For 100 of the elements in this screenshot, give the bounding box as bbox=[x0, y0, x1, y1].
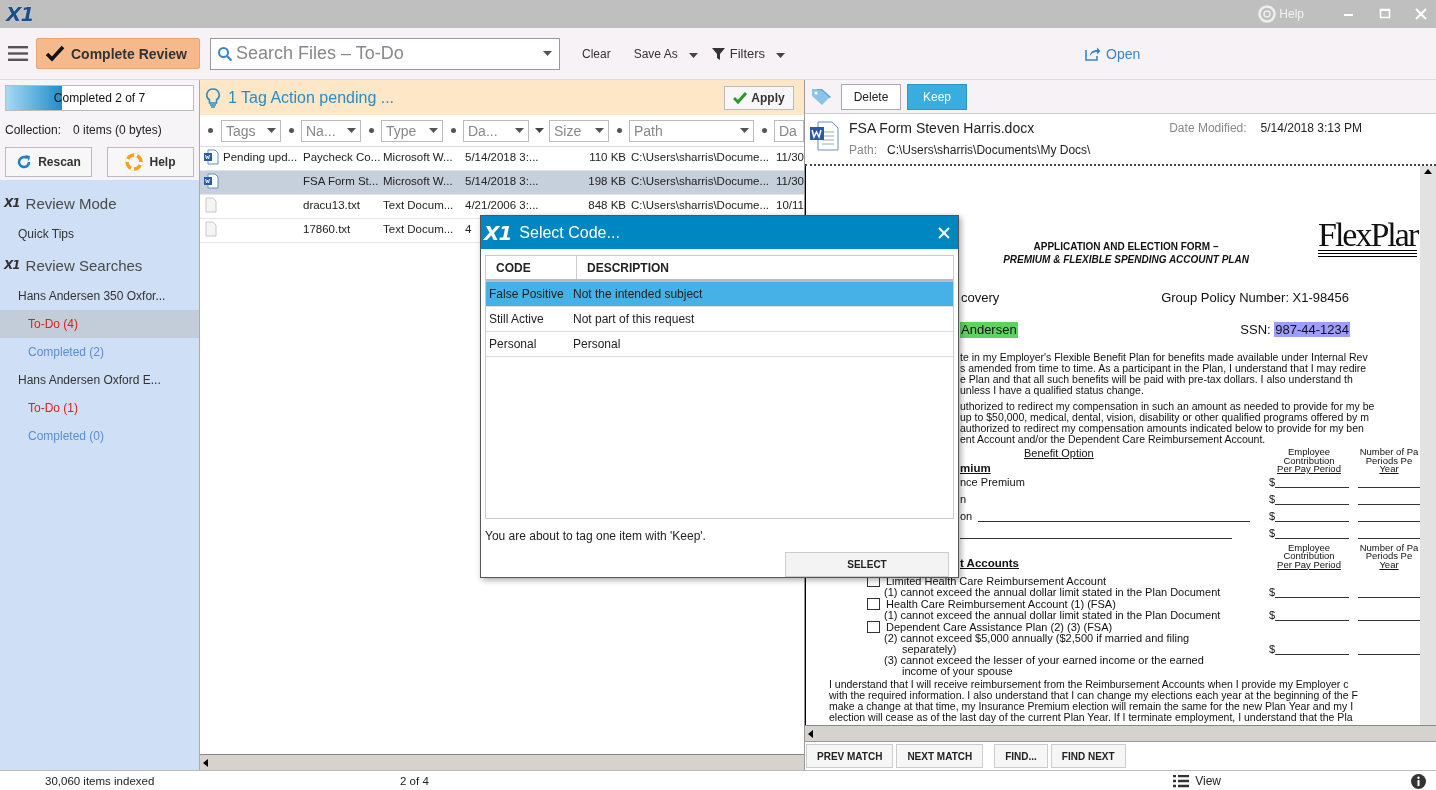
form-heading: t Accounts bbox=[960, 558, 1020, 569]
lightbulb-icon bbox=[206, 87, 220, 108]
column-filter[interactable]: Type bbox=[381, 119, 443, 142]
form-text: Limited Health Care Reimbursement Account bbox=[886, 575, 1107, 587]
table-cell-text: False Positive bbox=[488, 287, 565, 301]
form-heading: mium bbox=[960, 462, 992, 474]
find-button[interactable]: FIND NEXT bbox=[1050, 744, 1126, 768]
form-text: nce Premium bbox=[960, 476, 1025, 488]
column-grip-icon[interactable] bbox=[208, 128, 213, 133]
tag-button[interactable]: Delete bbox=[841, 83, 901, 110]
path-label: Path: bbox=[849, 143, 878, 157]
table-cell: 10/11 bbox=[776, 199, 804, 211]
filters-button[interactable]: Filters bbox=[711, 46, 786, 61]
apply-button[interactable]: Apply bbox=[724, 85, 794, 110]
column-grip-icon[interactable] bbox=[288, 128, 294, 133]
file-row[interactable]: FSA Form St... Microsoft W... 5/14/2018 3:... 198 KB C:\Users\sharris\Docume... 11/30 bbox=[200, 171, 804, 195]
sidebar-item[interactable]: Quick Tips bbox=[0, 220, 199, 248]
section-logo: X1 bbox=[4, 196, 20, 210]
caret-icon bbox=[347, 128, 356, 133]
file-name: FSA Form Steven Harris.docx bbox=[849, 120, 1036, 136]
column-filter[interactable]: Path bbox=[629, 119, 754, 142]
column-filter[interactable]: Na... bbox=[301, 119, 361, 142]
close-icon[interactable] bbox=[938, 226, 950, 239]
clear-button[interactable]: Clear bbox=[582, 46, 611, 61]
column-header[interactable]: DESCRIPTION bbox=[577, 260, 669, 275]
sidebar-item[interactable]: Hans Andersen 350 Oxfor... bbox=[0, 282, 199, 310]
caret-icon bbox=[543, 50, 552, 56]
column-grip-icon[interactable] bbox=[616, 128, 622, 133]
find-button[interactable]: FIND... bbox=[994, 744, 1048, 768]
table-cell: Personal bbox=[573, 337, 621, 351]
scrollbar[interactable] bbox=[805, 725, 1436, 741]
code-row[interactable]: False Positive Not the intended subject bbox=[486, 282, 953, 307]
section-logo: X1 bbox=[4, 258, 20, 272]
form-note: (2) cannot exceed $5,000 annually ($2,500 if married and filing separately) bbox=[883, 633, 1190, 655]
table-cell: 5/14/2018 3:... bbox=[465, 151, 539, 163]
refresh-icon bbox=[16, 154, 33, 170]
table-cell: Microsoft W... bbox=[383, 175, 453, 187]
word-document-icon bbox=[809, 120, 839, 152]
complete-review-button[interactable]: Complete Review bbox=[36, 38, 200, 69]
search-field[interactable]: Search Files – To-Do bbox=[210, 37, 560, 70]
view-button[interactable]: View bbox=[1173, 774, 1221, 788]
table-cell-text: Still Active bbox=[488, 312, 545, 326]
sidebar-item[interactable]: To-Do (1) bbox=[0, 394, 199, 422]
save-as-button[interactable]: Save As bbox=[633, 46, 698, 61]
find-button[interactable]: NEXT MATCH bbox=[896, 744, 984, 768]
column-filter[interactable]: Da bbox=[774, 119, 804, 142]
caret-icon bbox=[515, 128, 524, 133]
section-title: Review Searches bbox=[25, 256, 143, 274]
currency-sign: $ bbox=[1269, 527, 1276, 539]
check-icon bbox=[733, 91, 748, 104]
caret-icon bbox=[267, 128, 276, 133]
list-icon bbox=[1173, 774, 1190, 788]
rescan-button[interactable]: Rescan bbox=[5, 147, 92, 177]
form-text: on bbox=[960, 510, 973, 522]
table-cell: Paycheck Co... bbox=[303, 151, 381, 163]
currency-sign: $ bbox=[1269, 587, 1276, 598]
column-header[interactable]: CODE bbox=[486, 256, 577, 279]
open-button[interactable]: Open bbox=[1085, 45, 1141, 62]
currency-sign: $ bbox=[1269, 610, 1276, 621]
info-icon[interactable] bbox=[1411, 773, 1426, 789]
form-label: SSN: bbox=[1240, 322, 1271, 337]
column-filter[interactable]: Size bbox=[549, 119, 609, 142]
file-icon bbox=[203, 221, 218, 237]
highlighted-text: 987-44-1234 bbox=[1274, 322, 1350, 337]
code-row[interactable]: Still Active Not part of this request bbox=[486, 307, 953, 332]
menu-icon[interactable] bbox=[8, 45, 28, 62]
column-grip-icon[interactable] bbox=[368, 128, 374, 133]
form-note: (1) cannot exceed the annual dollar limit stated in the Plan Document bbox=[883, 587, 1222, 598]
pending-message: 1 Tag Action pending ... bbox=[228, 88, 396, 107]
highlighted-text: Andersen bbox=[960, 322, 1018, 338]
form-text: Health Care Reimbursement Account (1) (FSA) bbox=[886, 598, 1116, 610]
form-paragraph: te in my Employer's Flexible Benefit Plan for benefits made available under Internal Rev s amended from time to time. As a participant in the Plan, I understand that I may redire e Plan and that all such benefits will be paid with pre-tax dollars. I also understand th unless I have a qualified status change. bbox=[959, 352, 1369, 396]
collection-label: Collection: bbox=[5, 123, 62, 137]
table-cell: 198 KB bbox=[588, 175, 626, 187]
checkbox[interactable] bbox=[867, 621, 880, 633]
table-cell: FSA Form St... bbox=[303, 175, 379, 187]
document-icon bbox=[202, 149, 219, 165]
table-cell: C:\Users\sharris\Docume... bbox=[631, 151, 770, 163]
caret-icon bbox=[740, 128, 749, 133]
open-icon bbox=[1085, 45, 1102, 62]
select-button[interactable]: SELECT bbox=[785, 552, 949, 577]
scrollbar[interactable] bbox=[200, 754, 804, 770]
column-filter[interactable]: Tags bbox=[221, 119, 281, 142]
section-title: Review Mode bbox=[25, 194, 117, 212]
table-cell: 11/30 bbox=[776, 175, 804, 187]
table-cell: 110 KB bbox=[589, 151, 626, 163]
column-grip-icon[interactable] bbox=[450, 128, 456, 133]
checkbox[interactable] bbox=[867, 598, 880, 610]
column-heading: Number of Pa Periods Pe Year bbox=[1358, 448, 1420, 474]
column-filter[interactable]: Da... bbox=[463, 119, 529, 142]
sidebar-item[interactable]: Hans Andersen Oxford E... bbox=[0, 366, 199, 394]
table-cell: Not part of this request bbox=[573, 312, 695, 326]
scrollbar[interactable] bbox=[1420, 166, 1436, 725]
find-button[interactable]: PREV MATCH bbox=[806, 744, 894, 768]
form-text: n bbox=[960, 493, 967, 505]
table-cell: Text Docum... bbox=[383, 223, 454, 235]
column-grip-icon[interactable] bbox=[761, 128, 767, 133]
code-row[interactable]: Personal Personal bbox=[486, 332, 953, 357]
table-cell: C:\Users\sharris\Docume... bbox=[631, 199, 770, 211]
help-button[interactable]: Help bbox=[107, 147, 194, 177]
